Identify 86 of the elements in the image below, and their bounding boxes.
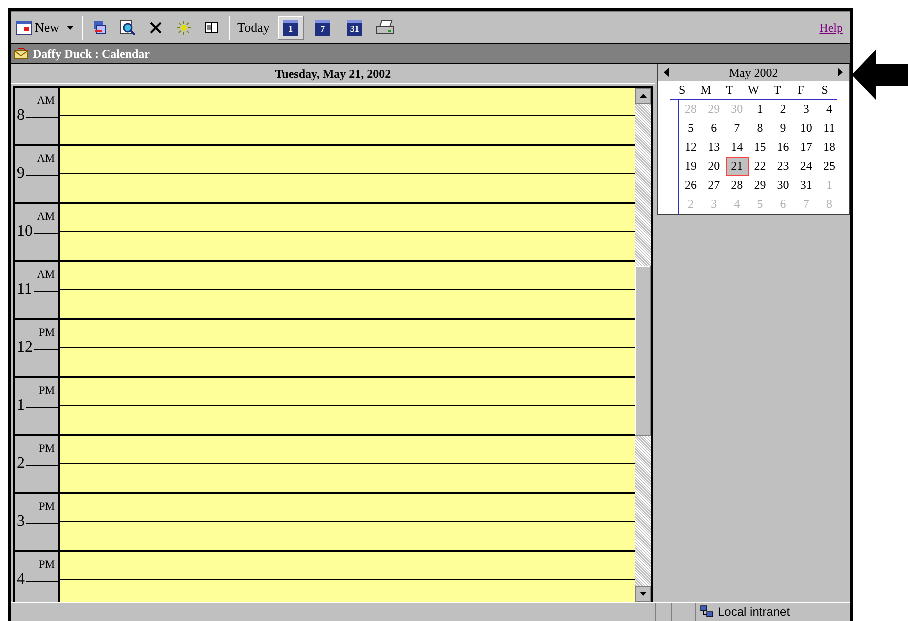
scrollbar[interactable] [635, 88, 652, 602]
period-label: PM [39, 326, 55, 341]
close-icon[interactable] [148, 20, 164, 36]
help-link[interactable]: Help [820, 18, 843, 36]
new-button[interactable]: New [14, 16, 76, 40]
period-label: PM [39, 384, 55, 399]
date-cell[interactable]: 14 [726, 138, 749, 157]
time-slot[interactable] [60, 146, 636, 174]
next-month-icon[interactable] [838, 68, 843, 77]
caret-icon [66, 26, 74, 30]
date-cell[interactable]: 23 [772, 157, 795, 176]
weekday-label: M [700, 82, 712, 99]
period-label: PM [39, 442, 55, 457]
date-cell[interactable]: 26 [679, 176, 703, 195]
time-slot[interactable] [60, 494, 636, 522]
time-slot[interactable] [60, 88, 636, 116]
date-cell[interactable]: 7 [726, 119, 749, 138]
date-cell[interactable]: 27 [702, 176, 726, 195]
hour-label: 11 [17, 280, 32, 300]
date-cell[interactable]: 16 [772, 138, 795, 157]
date-cell[interactable]: 11 [818, 119, 841, 138]
date-cell[interactable]: 20 [702, 157, 726, 176]
weekday-label: W [747, 82, 760, 99]
hour-label: 9 [17, 164, 25, 184]
envelope-icon [14, 48, 30, 60]
period-label: AM [37, 152, 55, 167]
period-label: AM [37, 210, 55, 225]
date-cell[interactable]: 24 [794, 157, 818, 176]
hour-label: 4 [17, 570, 25, 590]
date-cell[interactable]: 10 [794, 119, 818, 138]
up-arrow-icon [640, 94, 647, 98]
date-cell[interactable]: 30 [772, 176, 795, 195]
date-cell[interactable]: 22 [748, 157, 772, 176]
weekday-label: S [678, 82, 687, 99]
printer-icon[interactable] [376, 20, 396, 36]
period-label: AM [37, 94, 55, 109]
date-cell[interactable]: 5 [679, 119, 703, 138]
date-cell[interactable]: 9 [772, 119, 795, 138]
date-cell[interactable]: 8 [748, 119, 772, 138]
search-icon[interactable] [120, 20, 136, 36]
weekday-label: T [772, 82, 782, 99]
time-slot[interactable] [60, 378, 636, 406]
date-cell[interactable]: 3 [794, 100, 818, 119]
view-button[interactable]: 31 [342, 16, 368, 40]
date-cell[interactable]: 19 [679, 157, 703, 176]
weekday-label: T [725, 82, 735, 99]
date-cell[interactable]: 12 [679, 138, 703, 157]
time-slot[interactable] [60, 436, 636, 464]
date-cell[interactable]: 31 [794, 176, 818, 195]
hour-label: 12 [17, 338, 33, 358]
time-slot[interactable] [60, 552, 636, 580]
date-cell[interactable]: 13 [702, 138, 726, 157]
security-zone-label: Local intranet [718, 604, 790, 621]
hour-label: 3 [17, 512, 25, 532]
date-cell[interactable]: 25 [818, 157, 841, 176]
down-arrow-icon [640, 592, 647, 596]
date-header: Tuesday, May 21, 2002 [11, 64, 656, 84]
date-cell[interactable]: 4 [818, 100, 841, 119]
time-slot[interactable] [60, 320, 636, 348]
time-slot[interactable] [60, 204, 636, 232]
hour-label: 10 [17, 222, 33, 242]
time-slot[interactable] [60, 262, 636, 290]
hour-label: 2 [17, 454, 25, 474]
month-title: May 2002 [729, 64, 778, 82]
window-title: Daffy Duck : Calendar [33, 46, 150, 62]
date-cell[interactable]: 15 [748, 138, 772, 157]
date-cell[interactable]: 1 [748, 100, 772, 119]
date-cell[interactable]: 21 [726, 157, 749, 176]
date-cell[interactable]: 17 [794, 138, 818, 157]
date-cell[interactable]: 2 [772, 100, 795, 119]
today-button[interactable]: Today [236, 16, 272, 40]
weekday-label: S [820, 82, 830, 99]
period-label: AM [37, 268, 55, 283]
hour-label: 8 [17, 106, 25, 126]
period-label: PM [39, 500, 55, 515]
weekday-label: F [796, 82, 806, 99]
date-cell[interactable]: 18 [818, 138, 841, 157]
view-button[interactable]: 1 [278, 16, 304, 40]
calendar-icon [16, 20, 32, 34]
date-cell[interactable]: 6 [702, 119, 726, 138]
period-label: PM [39, 558, 55, 573]
date-cell[interactable]: 28 [726, 176, 749, 195]
date-cell[interactable]: 29 [748, 176, 772, 195]
view-button[interactable]: 7 [310, 16, 336, 40]
previous-month-icon[interactable] [664, 68, 670, 77]
hour-label: 1 [17, 396, 25, 416]
